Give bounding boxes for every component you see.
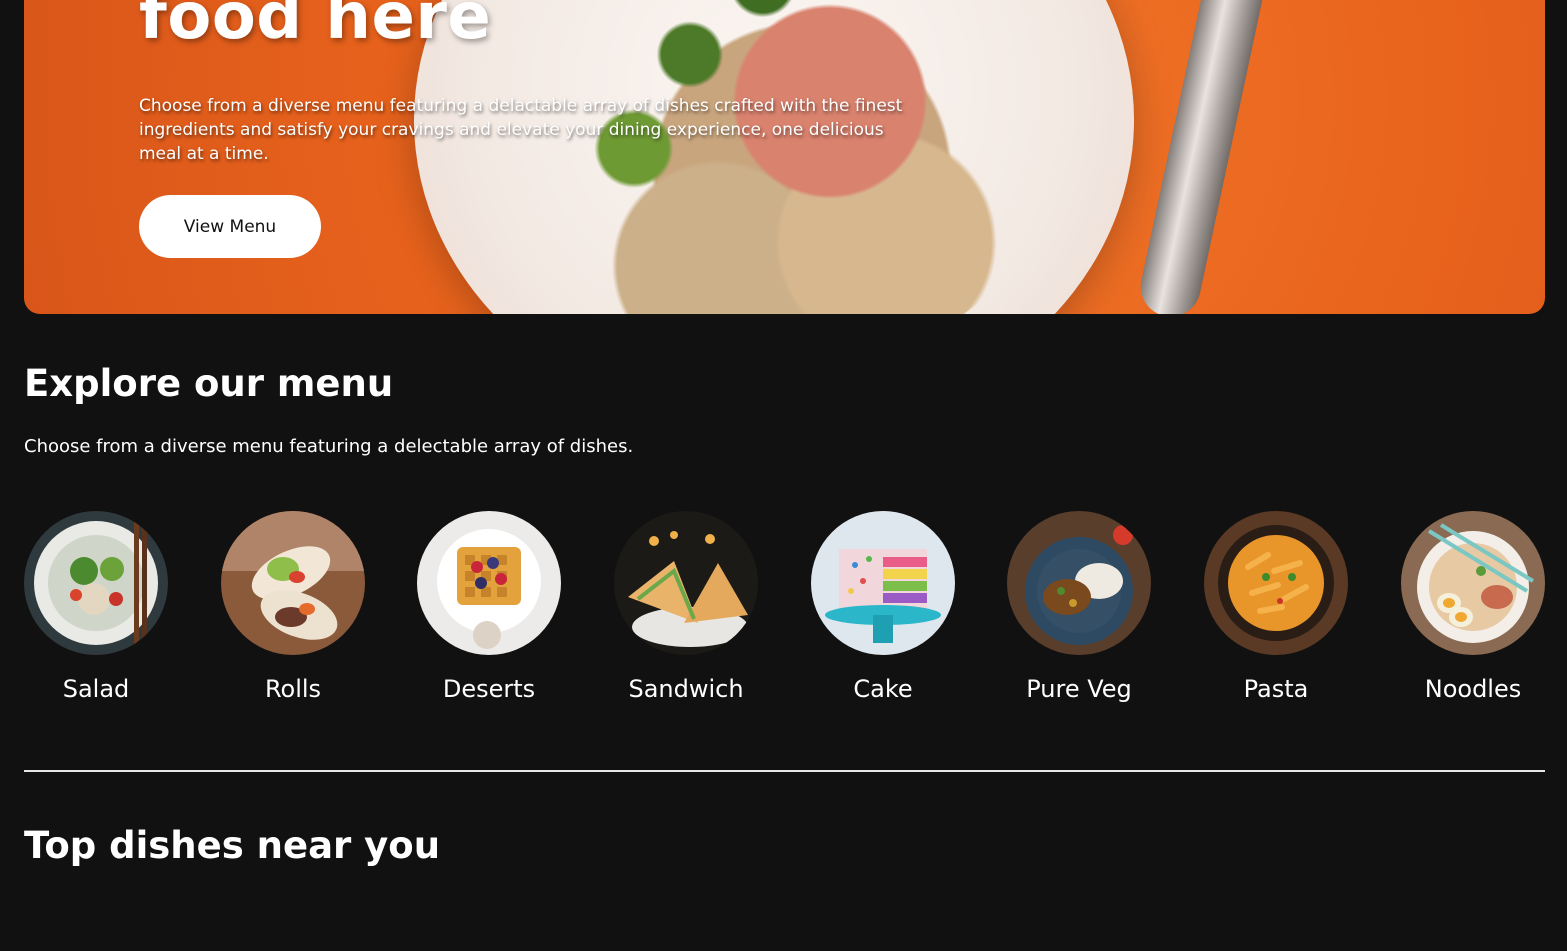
menu-item-label: Salad bbox=[62, 675, 130, 703]
noodles-image bbox=[1401, 511, 1545, 655]
menu-item-sandwich[interactable]: Sandwich bbox=[614, 511, 758, 703]
view-menu-button[interactable]: View Menu bbox=[139, 195, 321, 258]
hero-fork-image bbox=[1135, 0, 1273, 314]
menu-item-deserts[interactable]: Deserts bbox=[417, 511, 561, 703]
veg-curry-image bbox=[1007, 511, 1151, 655]
menu-category-list: Salad Rolls Deserts Sandwich Cake Pure V… bbox=[24, 511, 1545, 721]
menu-item-label: Pasta bbox=[1243, 675, 1309, 703]
menu-item-label: Deserts bbox=[442, 675, 536, 703]
hero-banner: food here Choose from a diverse menu fea… bbox=[24, 0, 1545, 314]
top-dishes-title: Top dishes near you bbox=[24, 824, 441, 867]
menu-item-pure-veg[interactable]: Pure Veg bbox=[1007, 511, 1151, 703]
menu-item-pasta[interactable]: Pasta bbox=[1204, 511, 1348, 703]
section-divider bbox=[24, 770, 1545, 772]
menu-item-salad[interactable]: Salad bbox=[24, 511, 168, 703]
menu-item-label: Pure Veg bbox=[1026, 675, 1132, 703]
hero-description: Choose from a diverse menu featuring a d… bbox=[139, 96, 903, 164]
cake-image bbox=[811, 511, 955, 655]
menu-item-label: Noodles bbox=[1424, 675, 1522, 703]
menu-item-noodles[interactable]: Noodles bbox=[1401, 511, 1545, 703]
pasta-image bbox=[1204, 511, 1348, 655]
sandwich-image bbox=[614, 511, 758, 655]
salad-bowl-image bbox=[24, 511, 168, 655]
menu-item-cake[interactable]: Cake bbox=[811, 511, 955, 703]
menu-item-label: Cake bbox=[853, 675, 913, 703]
explore-menu-title: Explore our menu bbox=[24, 362, 394, 405]
explore-menu-description: Choose from a diverse menu featuring a d… bbox=[24, 436, 634, 457]
menu-item-label: Sandwich bbox=[628, 675, 744, 703]
menu-item-label: Rolls bbox=[264, 675, 322, 703]
waffle-dessert-image bbox=[417, 511, 561, 655]
rolls-image bbox=[221, 511, 365, 655]
menu-item-rolls[interactable]: Rolls bbox=[221, 511, 365, 703]
hero-title: food here bbox=[139, 0, 492, 54]
